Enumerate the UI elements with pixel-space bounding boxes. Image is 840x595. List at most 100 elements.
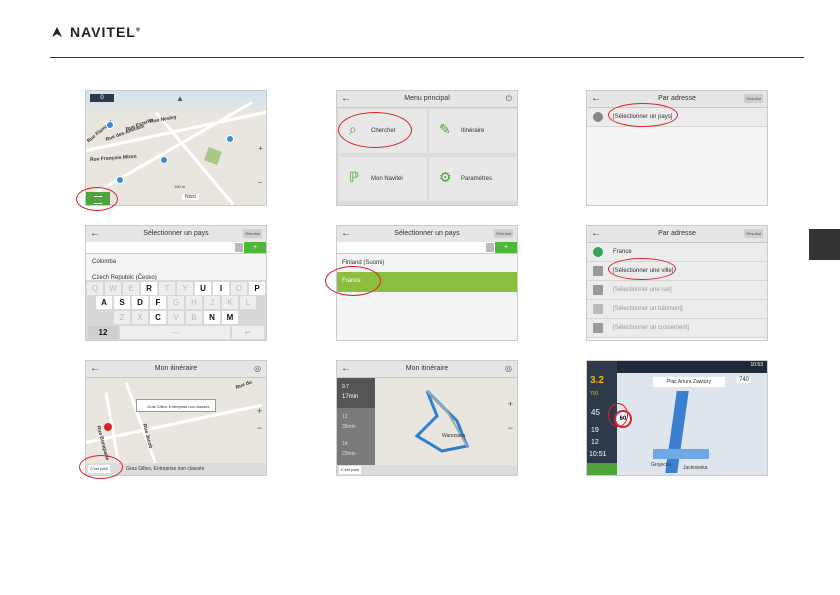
key-w[interactable]: W [105,282,121,295]
key-u[interactable]: U [195,282,211,295]
key-r[interactable]: R [141,282,157,295]
screen-title: Mon itinéraire [154,365,198,372]
back-arrow-icon[interactable]: ← [90,361,100,376]
menu-button[interactable] [587,463,617,475]
globe-icon[interactable]: ◎ [505,361,512,377]
route-option-time[interactable]: 35min [342,424,356,430]
key-y[interactable]: Y [177,282,193,295]
speed-value: 45 [591,408,600,417]
poi-pin[interactable] [160,156,168,164]
screen-title: Menu principal [404,95,450,102]
space-key[interactable]: — [120,326,230,339]
confirm-button[interactable]: + [495,242,517,253]
zoom-in-icon[interactable]: + [257,406,262,416]
street-row[interactable]: [Sélectionner une rue] [587,281,767,300]
building-row[interactable]: [Sélectionner un bâtiment] [587,300,767,319]
key-n[interactable]: N [204,311,220,324]
key-f[interactable]: F [150,296,166,309]
key-p[interactable]: P [249,282,265,295]
navitel-logo: NAVITEL® [50,24,141,40]
key-a[interactable]: A [96,296,112,309]
crossing-row[interactable]: [Sélectionner un croisement] [587,319,767,338]
remaining-value: 19 [591,427,599,434]
power-icon[interactable]: ⏻ [506,91,512,107]
key-o[interactable]: O [231,282,247,295]
back-arrow-icon[interactable]: ← [341,226,351,241]
start-button[interactable]: C'est parti [339,466,361,474]
back-arrow-icon[interactable]: ← [341,361,351,376]
numbers-key[interactable]: 12 [88,326,118,339]
key-q[interactable]: Q [87,282,103,295]
north-label: Nord [182,194,199,200]
brand-name: NAVITEL® [70,24,142,40]
search-input[interactable]: + [337,242,517,254]
screenshot-main-menu: ← Menu principal ⏻ ⌕ Chercher ✎ Itinéraire ℙ… [336,90,518,206]
highlight-circle [79,455,123,479]
highlight-circle [608,258,676,280]
list-item[interactable]: Finland (Suomi) [342,260,384,266]
key-x[interactable]: X [132,311,148,324]
poi-pin[interactable] [106,121,114,129]
result-button[interactable]: Résultat [243,229,262,238]
crossing-icon [593,323,603,333]
route-option-dist[interactable]: 12 [342,414,348,420]
globe-icon [593,112,603,122]
key-i[interactable]: I [213,282,229,295]
screen-title: Mon itinéraire [405,365,449,372]
enter-key[interactable]: ↵ [232,326,264,339]
key-b[interactable]: B [186,311,202,324]
back-arrow-icon[interactable]: ← [90,226,100,241]
poi-pin[interactable] [226,135,234,143]
back-arrow-icon[interactable]: ← [591,91,601,106]
result-button[interactable]: Résultat [744,94,763,103]
menu-tile-settings[interactable]: ⚙ Paramètres [429,157,517,201]
key-d[interactable]: D [132,296,148,309]
globe-icon[interactable]: ◎ [254,361,261,377]
clear-icon[interactable] [235,243,243,252]
destination-pin[interactable] [104,423,112,431]
menu-tile-my-navitel[interactable]: ℙ Mon Navitel [339,157,427,201]
navitel-logo-icon [52,27,62,37]
key-g[interactable]: G [168,296,184,309]
distance-value: 3.2 [590,375,604,386]
clear-icon[interactable] [486,243,494,252]
key-k[interactable]: K [222,296,238,309]
zoom-in-icon[interactable]: + [508,399,513,409]
next-street-label: Plac Artura Zawiszy [653,377,725,387]
compass-icon[interactable]: ▲ [176,94,184,103]
key-e[interactable]: E [123,282,139,295]
search-input[interactable]: + [86,242,266,254]
key-l[interactable]: L [240,296,256,309]
poi-pin[interactable] [116,176,124,184]
zoom-out-icon[interactable]: − [508,423,513,433]
route-option-time[interactable]: 22min [342,451,356,457]
result-button[interactable]: Résultat [494,229,513,238]
key-j[interactable]: J [204,296,220,309]
route-line [414,389,470,453]
zoom-in-icon[interactable]: + [258,144,263,153]
result-button[interactable]: Résultat [744,229,763,238]
route-option-selected[interactable]: 9.7 17min [337,378,375,408]
speed-camera-label: 740 [737,377,752,383]
screenshot-itinerary-routes: ← Mon itinéraire ◎ 9.7 17min 12 35min 14 2… [336,360,518,476]
key-m[interactable]: M [222,311,238,324]
key-h[interactable]: H [186,296,202,309]
zoom-out-icon[interactable]: − [257,178,262,187]
key-z[interactable]: Z [114,311,130,324]
key-v[interactable]: V [168,311,184,324]
list-item[interactable]: Colomba [92,259,116,265]
country-row[interactable]: France [587,243,767,262]
key-s[interactable]: S [114,296,130,309]
back-arrow-icon[interactable]: ← [341,91,351,106]
poi-label: Grojecka [651,462,672,468]
confirm-button[interactable]: + [244,242,266,253]
route-option-dist[interactable]: 14 [342,441,348,447]
key-t[interactable]: T [159,282,175,295]
key-c[interactable]: C [150,311,166,324]
gear-icon: ⚙ [439,169,452,185]
menu-tile-route[interactable]: ✎ Itinéraire [429,109,517,153]
poi-popup[interactable]: Gras Gilles, Entreprise non classée [136,399,216,412]
zoom-out-icon[interactable]: − [257,423,262,433]
scale-label: 100 m [174,184,186,189]
back-arrow-icon[interactable]: ← [591,226,601,241]
